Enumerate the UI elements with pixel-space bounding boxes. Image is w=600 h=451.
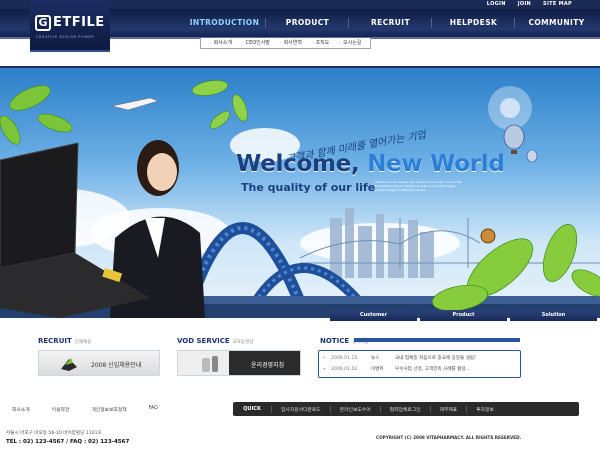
subnav-ceo[interactable]: CEO인사말 <box>237 38 275 48</box>
tab-solution[interactable]: Solution <box>510 310 597 321</box>
leaves-top-center <box>191 80 248 129</box>
notice-list: • 2006.01.15 뉴스 국내 업체중 처음으로 중국에 공장을 설립! … <box>318 350 521 378</box>
quick-link-apply[interactable]: 입사지원서다운로드 <box>271 405 330 413</box>
site-logo[interactable]: G ETFILE CREATIVE DESIGN POWER <box>30 0 110 52</box>
copyright-text: COPYRIGHT (C) 2008 VITAPHARMACY. ALL RIG… <box>376 435 522 440</box>
vod-banner[interactable]: 윤리경영지침 <box>177 350 301 376</box>
subnav-location[interactable]: 오시는길 <box>334 38 366 48</box>
footer-terms-link[interactable]: 이용약관 <box>52 406 70 413</box>
banner-tabs: Customer Product Solution <box>330 310 597 321</box>
recruit-banner-text: 2008 신입채용안내 <box>91 362 142 369</box>
logo-tagline: CREATIVE DESIGN POWER <box>36 35 95 39</box>
leaf-book-icon <box>61 358 77 371</box>
recruit-banner[interactable]: 2008 신입채용안내 <box>38 350 160 376</box>
footer-company-link[interactable]: 회사소개 <box>12 406 30 413</box>
notice-item[interactable]: • 2006.01.02 이벤트 우수사업 선정, 고객만족 사례를 활용... <box>323 364 516 375</box>
balloon-basket <box>511 150 517 154</box>
notice-item[interactable]: • 2006.01.15 뉴스 국내 업체중 처음으로 중국에 공장을 설립! <box>323 353 516 364</box>
hero-headline: Welcome, New World <box>236 151 505 177</box>
footer-links: 회사소개 이용약관 개인정보보호정책 FAQ <box>12 406 158 413</box>
main-nav: INTRODUCTION PRODUCT RECRUIT HELPDESK CO… <box>183 13 598 33</box>
tab-product[interactable]: Product <box>420 310 507 321</box>
nav-community[interactable]: COMMUNITY <box>515 13 598 33</box>
contact-phone: TEL : 02) 123-4567 / FAQ : 02) 123-4567 <box>6 439 130 445</box>
nav-introduction[interactable]: INTRODUCTION <box>183 13 266 33</box>
quick-label: QUICK <box>243 406 261 412</box>
snail-icon <box>480 228 496 244</box>
subnav-history[interactable]: 회사연혁 <box>275 38 307 48</box>
leaves-top-left <box>0 85 73 145</box>
logo-text: ETFILE <box>53 15 105 30</box>
nav-product[interactable]: PRODUCT <box>266 13 349 33</box>
sun-core <box>500 98 520 118</box>
nav-recruit[interactable]: RECRUIT <box>349 13 432 33</box>
quick-link-invest[interactable]: 투자정보 <box>466 405 503 413</box>
balloon-icon <box>503 124 525 150</box>
balloon-small-icon <box>526 149 538 163</box>
logo-mark: G <box>35 15 51 31</box>
company-address: 서울시 마포구 마포동 56-10 바이팜빌딩 1101호 <box>6 431 102 436</box>
hero-banner: 고객과 함께 미래를 열어가는 기업 Welcome, New World Th… <box>0 68 600 318</box>
quick-link-press[interactable]: 온라인보도수어 <box>329 405 380 413</box>
subnav-company[interactable]: 회사소개 <box>205 38 237 48</box>
utility-links: LOGIN JOIN SITE MAP <box>487 0 572 9</box>
vod-banner-text: 윤리경영지침 <box>251 362 285 369</box>
subnav-org[interactable]: 조직도 <box>307 38 334 48</box>
vod-title: VOD SERVICE 교육동영상 <box>177 337 254 345</box>
tab-customer[interactable]: Customer <box>330 310 417 321</box>
cosmetic-tube-icon <box>202 356 218 372</box>
airplane-icon <box>111 97 159 111</box>
quick-link-partner[interactable]: 협력업체로그인 <box>379 405 430 413</box>
footer-privacy-link[interactable]: 개인정보보호정책 <box>91 406 126 413</box>
footer-faq-link[interactable]: FAQ <box>149 406 158 413</box>
sitemap-link[interactable]: SITE MAP <box>543 0 572 9</box>
quick-menu: QUICK 입사지원서다운로드 온라인보도수어 협력업체로그인 재무제표 투자정… <box>233 402 579 416</box>
login-link[interactable]: LOGIN <box>487 0 506 9</box>
hero-fine-print: Creative visual design has always consci… <box>375 180 462 192</box>
recruit-title: RECRUIT 인재채용 <box>38 337 92 345</box>
nav-helpdesk[interactable]: HELPDESK <box>432 13 515 33</box>
sub-nav: 회사소개 CEO인사말 회사연혁 조직도 오시는길 <box>200 38 372 49</box>
quick-link-finance[interactable]: 재무제표 <box>429 405 467 413</box>
hero-tagline: The quality of our life <box>241 181 376 194</box>
join-link[interactable]: JOIN <box>518 0 531 9</box>
notice-header-bar <box>354 338 520 342</box>
